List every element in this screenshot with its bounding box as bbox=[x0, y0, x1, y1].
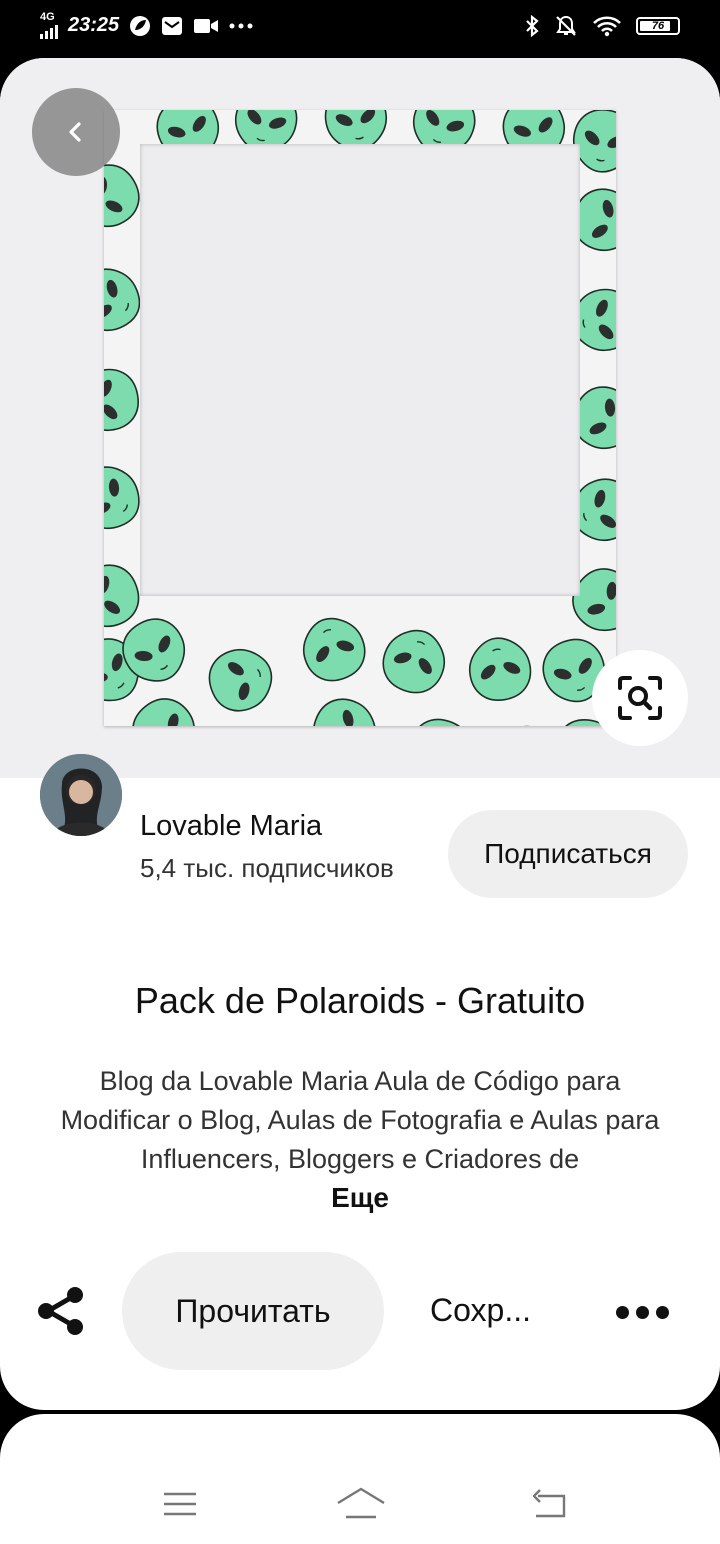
avatar[interactable] bbox=[40, 754, 122, 836]
pin-image[interactable] bbox=[0, 58, 720, 778]
alien-face-icon bbox=[463, 632, 536, 706]
home-button[interactable] bbox=[336, 1482, 386, 1526]
alien-face-icon bbox=[218, 722, 291, 726]
status-bar: 4G 23:25 76 bbox=[0, 0, 720, 58]
alien-face-icon bbox=[104, 364, 144, 437]
leaf-app-icon bbox=[130, 15, 151, 36]
home-icon bbox=[337, 1487, 385, 1519]
network-type: 4G bbox=[40, 11, 55, 23]
mail-icon bbox=[162, 16, 183, 35]
battery-level: 76 bbox=[651, 20, 665, 32]
signal-icon bbox=[40, 25, 58, 39]
video-icon bbox=[194, 18, 219, 33]
alien-face-icon bbox=[484, 716, 565, 726]
bell-muted-icon bbox=[556, 15, 576, 36]
polaroid-frame-image bbox=[104, 110, 616, 726]
author-name[interactable]: Lovable Maria bbox=[140, 810, 322, 843]
signal-indicator: 4G bbox=[40, 12, 58, 39]
status-left: 4G 23:25 bbox=[40, 12, 253, 39]
battery-icon: 76 bbox=[636, 17, 680, 35]
follower-count: 5,4 тыс. подписчиков bbox=[140, 853, 394, 883]
menu-icon bbox=[164, 1492, 196, 1516]
more-notifications-icon bbox=[229, 23, 253, 28]
pin-description: Blog da Lovable Maria Aula de Código par… bbox=[60, 1066, 660, 1174]
share-button[interactable] bbox=[34, 1284, 88, 1338]
back-nav-button[interactable] bbox=[530, 1482, 568, 1526]
more-options-button[interactable] bbox=[616, 1300, 672, 1324]
screen: 4G 23:25 76 Lovable Maria 5,4 тыс. подпи… bbox=[0, 0, 720, 1544]
more-dots-icon bbox=[616, 1305, 629, 1319]
polaroid-photo-window bbox=[140, 144, 580, 596]
wifi-icon bbox=[593, 16, 621, 37]
back-button[interactable] bbox=[32, 88, 120, 176]
alien-face-icon bbox=[399, 710, 480, 726]
pin-card: Lovable Maria 5,4 тыс. подписчиков Подпи… bbox=[0, 58, 720, 1410]
bluetooth-icon bbox=[526, 14, 539, 38]
alien-face-icon bbox=[374, 620, 455, 702]
share-icon bbox=[38, 1287, 83, 1335]
lens-search-icon bbox=[618, 676, 662, 720]
clock: 23:25 bbox=[68, 14, 120, 36]
alien-face-icon bbox=[200, 639, 282, 720]
save-button[interactable]: Сохр... bbox=[430, 1292, 531, 1329]
expand-description-link[interactable]: Еще bbox=[0, 1182, 720, 1214]
chevron-left-icon bbox=[69, 122, 81, 142]
alien-face-icon bbox=[120, 686, 209, 726]
read-button[interactable]: Прочитать bbox=[122, 1252, 384, 1370]
visual-search-button[interactable] bbox=[592, 650, 688, 746]
recent-apps-button[interactable] bbox=[162, 1482, 198, 1526]
alien-face-icon bbox=[304, 690, 386, 726]
pin-title: Pack de Polaroids - Gratuito bbox=[134, 980, 586, 1021]
alien-face-icon bbox=[293, 608, 374, 690]
subscribe-button[interactable]: Подписаться bbox=[448, 810, 688, 898]
status-right: 76 bbox=[524, 14, 680, 38]
back-arrow-icon bbox=[532, 1489, 566, 1518]
system-nav-bar bbox=[0, 1462, 720, 1544]
avatar-image bbox=[40, 754, 122, 836]
